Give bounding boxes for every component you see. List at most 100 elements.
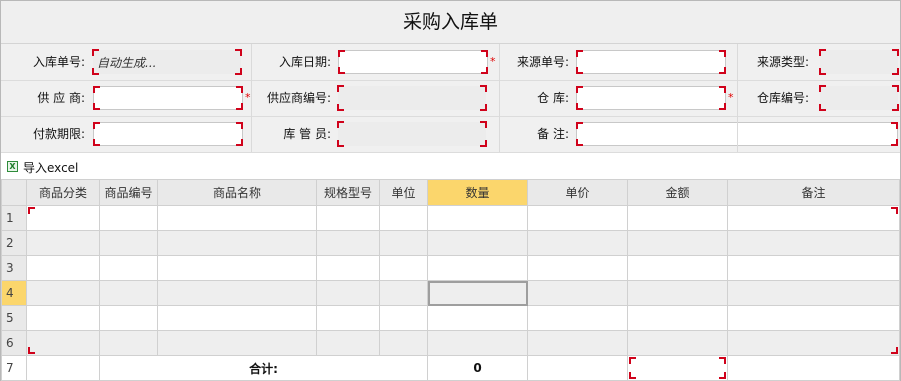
grid-cell[interactable] [316,330,380,356]
grid-cell[interactable] [727,205,900,231]
grid-cell[interactable] [379,205,428,231]
purchase-receipt-form: 采购入库单 入库单号: 自动生成... 入库日期: * 来源单号: 来源类型: … [0,0,901,381]
grid-cell[interactable] [427,330,528,356]
grid-cell[interactable] [99,205,158,231]
grid-cell[interactable] [157,205,317,231]
grid-cell[interactable] [427,230,528,256]
date-label: 入库日期: [278,55,331,69]
column-header[interactable]: 金额 [627,179,728,206]
grid-cell[interactable] [379,330,428,356]
grid-cell[interactable] [727,280,900,306]
grid-cell[interactable] [26,330,100,356]
grid-cell[interactable] [157,330,317,356]
supplier-code-field [337,85,487,111]
grid-cell[interactable] [26,255,100,281]
grid-cell[interactable] [99,255,158,281]
grid-cell[interactable] [627,205,728,231]
column-header[interactable]: 商品名称 [157,179,317,206]
order-no-label: 入库单号: [32,55,85,69]
warehouse-input[interactable] [576,86,726,110]
excel-icon[interactable]: X [7,161,18,172]
grid-cell[interactable] [627,330,728,356]
row-number[interactable]: 6 [1,330,27,356]
grid-cell[interactable] [427,305,528,331]
row-number[interactable]: 2 [1,230,27,256]
grid-cell[interactable] [316,305,380,331]
grid-cell[interactable] [627,280,728,306]
grid-cell[interactable] [379,255,428,281]
grid-cell[interactable] [527,280,628,306]
grid-cell[interactable] [727,230,900,256]
grid-cell[interactable] [379,230,428,256]
row-number[interactable]: 3 [1,255,27,281]
grid-cell[interactable] [316,280,380,306]
column-header[interactable]: 单位 [379,179,428,206]
source-no-input[interactable] [576,50,726,74]
grid-cell[interactable] [99,330,158,356]
grid-cell[interactable] [99,305,158,331]
date-input[interactable] [338,50,488,74]
supplier-input[interactable] [93,86,243,110]
grid-cell[interactable] [727,305,900,331]
column-header[interactable]: 商品编号 [99,179,158,206]
payment-term-input[interactable] [93,122,243,146]
column-header-active[interactable]: 数量 [427,179,528,206]
table-row: 2 [1,230,900,256]
keeper-label: 库 管 员: [283,127,331,141]
row-number[interactable]: 5 [1,305,27,331]
grid-cell[interactable] [26,205,100,231]
column-header[interactable]: 规格型号 [316,179,380,206]
date-required-mark: * [490,55,496,68]
column-header[interactable]: 单价 [527,179,628,206]
total-cell [727,355,900,381]
grid-cell[interactable] [427,255,528,281]
grid-cell[interactable] [316,205,380,231]
table-row: 5 [1,305,900,331]
table-row: 4 [1,280,900,306]
grid-cell[interactable] [316,255,380,281]
source-type-field [819,49,899,75]
order-no-field: 自动生成... [92,49,242,75]
grid-cell[interactable] [527,255,628,281]
grid-cell[interactable] [379,280,428,306]
grid-cell[interactable] [527,330,628,356]
column-header[interactable]: 商品分类 [26,179,100,206]
grid-cell[interactable] [157,230,317,256]
warehouse-code-field [819,85,899,111]
grid-cell[interactable] [727,255,900,281]
grid-cell[interactable] [379,305,428,331]
grid-cell[interactable] [427,205,528,231]
form-divider [737,44,738,152]
header-form: 入库单号: 自动生成... 入库日期: * 来源单号: 来源类型: 供 应 商:… [1,44,900,153]
payment-term-label: 付款期限: [32,127,85,141]
row-number-active[interactable]: 4 [1,280,27,306]
grid-cell[interactable] [627,305,728,331]
grid-cell[interactable] [316,230,380,256]
page-title: 采购入库单 [1,1,900,44]
total-label: 合计: [99,355,428,381]
grid-cell[interactable] [527,230,628,256]
grid-cell[interactable] [627,255,728,281]
grid-cell[interactable] [157,280,317,306]
grid-header-row: 商品分类 商品编号 商品名称 规格型号 单位 数量 单价 金额 备注 [1,179,900,206]
grid-cell[interactable] [99,230,158,256]
grid-cell[interactable] [527,205,628,231]
grid-cell[interactable] [627,230,728,256]
keeper-field [337,121,487,147]
total-row: 7 合计: 0 [1,355,900,381]
grid-cell[interactable] [157,255,317,281]
grid-cell[interactable] [527,305,628,331]
import-excel-button[interactable]: 导入excel [23,159,78,176]
column-header[interactable]: 备注 [727,179,900,206]
grid-cell[interactable] [157,305,317,331]
selected-cell[interactable] [427,280,528,306]
total-cell [26,355,100,381]
grid-cell[interactable] [26,280,100,306]
row-number[interactable]: 7 [1,355,27,381]
grid-cell[interactable] [26,305,100,331]
grid-cell[interactable] [26,230,100,256]
grid-cell[interactable] [727,330,900,356]
total-amount-cell [627,355,728,381]
grid-cell[interactable] [99,280,158,306]
row-number[interactable]: 1 [1,205,27,231]
